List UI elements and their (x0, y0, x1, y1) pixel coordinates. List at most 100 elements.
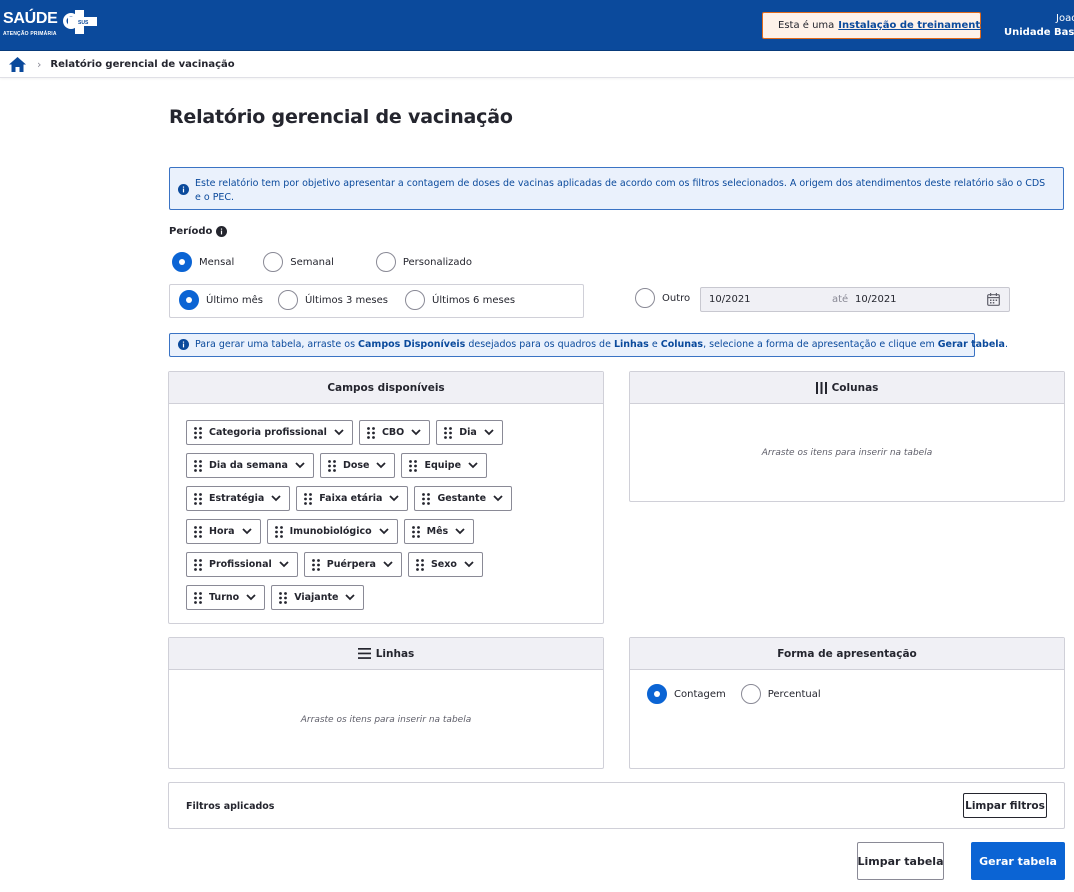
radio-circle[interactable] (179, 290, 199, 310)
radio-circle[interactable] (647, 684, 667, 704)
chevron-down-icon[interactable] (246, 594, 256, 601)
drag-handle-icon[interactable] (422, 492, 431, 505)
chevron-right-icon: › (37, 57, 42, 71)
radio-label: Contagem (674, 688, 726, 700)
radio-circle[interactable] (405, 290, 426, 310)
field-chip[interactable]: Categoria profissional (186, 420, 353, 445)
generate-table-button[interactable]: Gerar tabela (971, 842, 1065, 880)
field-chip[interactable]: Gestante (414, 486, 513, 511)
chevron-down-icon[interactable] (241, 528, 252, 535)
field-chip[interactable]: Estratégia (186, 486, 291, 511)
chevron-down-icon[interactable] (468, 462, 478, 469)
radio-circle[interactable] (277, 290, 298, 310)
chevron-down-icon[interactable] (271, 495, 281, 502)
radio-circle[interactable] (375, 252, 396, 272)
drag-handle-icon[interactable] (311, 558, 320, 571)
calendar-icon[interactable] (987, 293, 1000, 306)
chevron-down-icon[interactable] (295, 462, 305, 469)
sus-logo-icon: SUS (63, 10, 97, 34)
field-chip[interactable]: Dia (436, 420, 503, 445)
drag-handle-icon[interactable] (194, 459, 202, 472)
chevron-down-icon[interactable] (484, 429, 494, 436)
field-chip-label: Equipe (424, 460, 462, 471)
drag-handle-icon[interactable] (328, 459, 336, 472)
radio-circle[interactable] (172, 252, 192, 272)
field-chip[interactable]: Faixa etária (296, 486, 409, 511)
drag-handle-icon[interactable] (279, 591, 288, 604)
radio-circle[interactable] (635, 288, 655, 308)
period-range-group: Último mês Últimos 3 meses Últimos 6 mes… (179, 290, 533, 310)
field-chip-label: Gestante (437, 493, 487, 504)
drag-handle-icon[interactable] (194, 591, 202, 604)
field-chip[interactable]: Profissional (186, 552, 298, 577)
instructions-bold-2: Linhas (613, 339, 649, 350)
radio-ultimos-6-meses[interactable]: Últimos 6 meses (405, 290, 515, 310)
chevron-down-icon[interactable] (464, 561, 474, 568)
chevron-down-icon[interactable] (383, 561, 393, 568)
training-install-link[interactable]: Instalação de treinamento (838, 20, 987, 31)
chevron-down-icon[interactable] (334, 429, 344, 436)
chevron-down-icon[interactable] (279, 561, 289, 568)
chevron-down-icon[interactable] (411, 429, 421, 436)
radio-mensal[interactable]: Mensal (172, 252, 234, 272)
drag-handle-icon[interactable] (304, 492, 313, 505)
field-chip[interactable]: CBO (358, 420, 431, 445)
info-icon[interactable] (216, 226, 228, 237)
clear-filters-button[interactable]: Limpar filtros (963, 793, 1047, 818)
radio-ultimo-mes[interactable]: Último mês (179, 290, 263, 310)
field-chip[interactable]: Dose (319, 453, 396, 478)
drag-handle-icon[interactable] (444, 426, 453, 439)
drag-handle-icon[interactable] (274, 525, 283, 538)
applied-filters-bar: Filtros aplicados (168, 782, 1065, 829)
drop-hint: Arraste os itens para inserir na tabela (761, 448, 933, 458)
field-chip[interactable]: Hora (186, 519, 261, 544)
field-chip-label: Dose (342, 460, 370, 471)
radio-percentual[interactable]: Percentual (740, 684, 821, 704)
field-chip[interactable]: Sexo (407, 552, 483, 577)
radio-circle[interactable] (740, 684, 761, 704)
drag-handle-icon[interactable] (194, 525, 202, 538)
chevron-down-icon[interactable] (455, 528, 465, 535)
field-chip[interactable]: Viajante (271, 585, 365, 610)
radio-ultimos-3-meses[interactable]: Últimos 3 meses (277, 290, 388, 310)
drag-handle-icon[interactable] (194, 558, 202, 571)
home-icon[interactable] (9, 56, 26, 72)
columns-panel[interactable]: Colunas Arraste os itens para inserir na… (629, 371, 1065, 502)
chevron-down-icon[interactable] (376, 462, 387, 469)
app-logo[interactable]: SAÚDE SUS ATENÇÃO PRIMÁRIA (3, 10, 97, 40)
applied-filters-label: Filtros aplicados (186, 801, 275, 812)
field-chip[interactable]: Equipe (401, 453, 488, 478)
date-to-input[interactable]: 10/2021 (855, 294, 897, 305)
drag-handle-icon[interactable] (409, 459, 418, 472)
rows-panel[interactable]: Linhas Arraste os itens para inserir na … (168, 637, 604, 769)
drag-handle-icon[interactable] (194, 426, 202, 439)
drag-handle-icon[interactable] (411, 525, 420, 538)
chevron-down-icon[interactable] (389, 495, 400, 502)
radio-contagem[interactable]: Contagem (647, 684, 726, 704)
drag-handle-icon[interactable] (367, 426, 375, 439)
clear-table-button[interactable]: Limpar tabela (857, 842, 944, 880)
radio-personalizado[interactable]: Personalizado (375, 252, 472, 272)
drag-handle-icon[interactable] (194, 492, 202, 505)
field-chip[interactable]: Turno (186, 585, 266, 610)
user-menu[interactable]: Joao C Unidade Basic (1004, 12, 1074, 40)
field-chip-label: Sexo (430, 559, 457, 570)
field-chip[interactable]: Dia da semana (186, 453, 314, 478)
chevron-down-icon[interactable] (379, 528, 389, 535)
radio-semanal[interactable]: Semanal (263, 252, 334, 272)
date-from-input[interactable]: 10/2021 (709, 294, 751, 305)
chevron-down-icon[interactable] (493, 495, 503, 502)
field-chip[interactable]: Imunobiológico (266, 519, 398, 544)
radio-circle[interactable] (263, 252, 284, 272)
drag-handle-icon[interactable] (416, 558, 424, 571)
radio-label: Últimos 6 meses (432, 294, 516, 306)
field-chip[interactable]: Mês (403, 519, 475, 544)
chevron-down-icon[interactable] (345, 594, 356, 601)
field-chip[interactable]: Puérpera (303, 552, 402, 577)
chip-row: Categoria profissional CBO Dia (186, 420, 586, 445)
periodo-label-text: Período (169, 226, 213, 237)
date-range-field[interactable]: 10/2021 até 10/2021 (700, 287, 1010, 312)
panel-header: Forma de apresentação (630, 638, 1064, 670)
instructions-bold-3: Colunas (660, 339, 704, 350)
radio-outro[interactable]: Outro (635, 288, 690, 308)
